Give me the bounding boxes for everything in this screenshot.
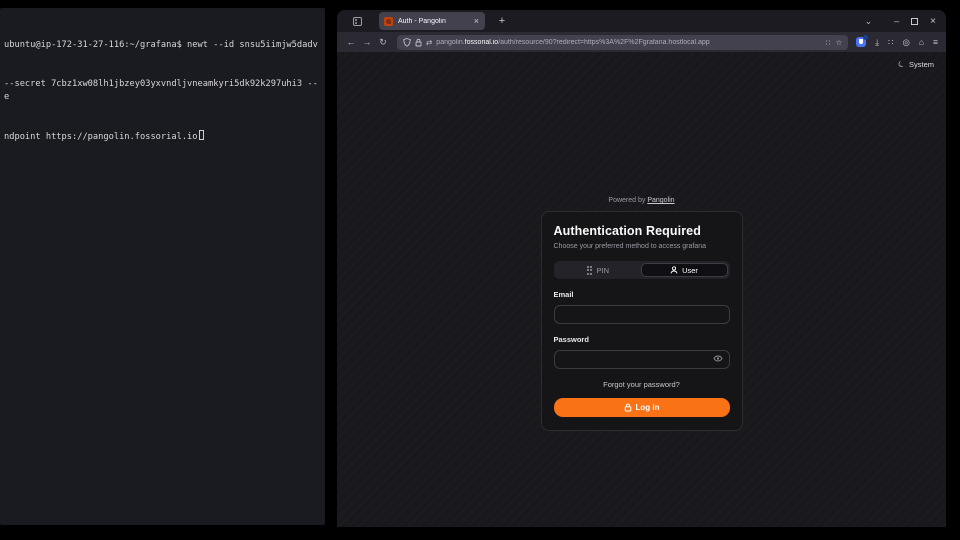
terminal-window[interactable]: ubuntu@ip-172-31-27-116:~/grafana$ newt … [0,8,325,525]
show-password-icon[interactable] [713,354,723,363]
auth-card: Authentication Required Choose your pref… [541,211,743,431]
forgot-password-link[interactable]: Forgot your password? [554,380,730,389]
extension-icon[interactable] [856,37,866,47]
screen: ubuntu@ip-172-31-27-116:~/grafana$ newt … [0,0,960,540]
downloads-icon[interactable]: ⤓ [875,37,879,48]
terminal-line: ndpoint https://pangolin.fossorial.io [4,130,321,144]
extensions-icon[interactable]: ⌂ [919,37,924,47]
card-subtitle: Choose your preferred method to access g… [554,243,730,250]
theme-toggle[interactable]: ☾ System [898,60,934,69]
tab-pin[interactable]: PIN [556,263,641,277]
profile-icon[interactable]: ◎ [902,37,909,48]
tracking-shield-icon[interactable] [403,38,411,47]
forward-button[interactable]: → [359,37,375,47]
moon-icon: ☾ [896,59,906,70]
menu-icon[interactable]: ≡ [933,37,938,47]
terminal-cursor [199,130,204,140]
minimize-button[interactable]: – [894,16,899,26]
tab-user[interactable]: User [641,263,728,277]
tab-bar: Auth - Pangolin × + ⌄ – × [337,10,946,32]
user-icon [670,266,678,274]
url-text[interactable]: pangolin.fossorial.io/auth/resource/90?r… [436,39,820,46]
maximize-button[interactable] [911,18,918,25]
card-title: Authentication Required [554,224,730,238]
lock-icon[interactable] [415,38,422,47]
pangolin-favicon [384,17,393,26]
bookmark-star-icon[interactable]: ☆ [836,38,843,47]
lock-icon [624,403,632,412]
password-label: Password [554,335,730,344]
email-label: Email [554,290,730,299]
firefox-view-icon[interactable] [349,14,365,28]
tab-close-icon[interactable]: × [473,16,480,26]
url-bar[interactable]: ⇄ pangolin.fossorial.io/auth/resource/90… [397,35,848,50]
tab-title: Auth - Pangolin [398,18,473,25]
navigation-bar: ← → ↻ ⇄ pangolin.fossorial.io/auth/resou… [337,32,946,52]
email-field[interactable] [554,305,730,324]
list-tabs-icon[interactable]: ⌄ [865,16,873,27]
new-tab-button[interactable]: + [495,15,509,27]
terminal-line: ubuntu@ip-172-31-27-116:~/grafana$ newt … [4,39,321,52]
apps-grid-icon[interactable]: ∷ [888,37,893,48]
auth-method-tabs: PIN User [554,261,730,279]
browser-window: Auth - Pangolin × + ⌄ – × ← → ↻ [337,10,946,527]
login-button[interactable]: Log in [554,398,730,417]
terminal-line: --secret 7cbz1xw08lh1jbzey03yxvndljvneam… [4,78,321,104]
pangolin-link[interactable]: Pangolin [647,197,674,204]
swap-icon[interactable]: ⇄ [426,38,432,47]
tab-auth-pangolin[interactable]: Auth - Pangolin × [379,12,485,30]
password-field[interactable] [554,350,730,369]
reload-button[interactable]: ↻ [375,37,391,48]
back-button[interactable]: ← [343,37,359,47]
permissions-grid-icon[interactable]: ∷ [826,38,831,47]
page-content: ☾ System Powered by Pangolin Authenticat… [337,52,946,527]
powered-by: Powered by Pangolin [337,197,946,204]
keypad-icon [587,266,593,275]
theme-toggle-label: System [909,60,934,69]
window-close-button[interactable]: × [930,16,936,27]
